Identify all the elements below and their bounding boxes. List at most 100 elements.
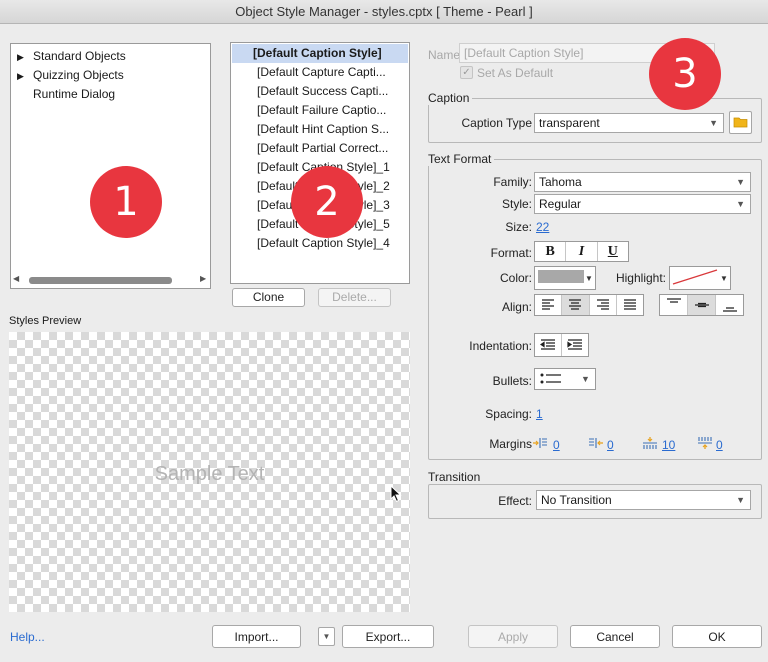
apply-button[interactable]: Apply xyxy=(468,625,558,648)
name-label: Name xyxy=(428,48,461,62)
color-swatch xyxy=(538,270,584,283)
align-right-icon xyxy=(596,299,609,310)
indentation-buttons xyxy=(534,333,589,357)
italic-button[interactable]: I xyxy=(566,242,598,261)
help-link[interactable]: Help... xyxy=(10,630,45,644)
valign-middle-button[interactable] xyxy=(688,295,716,315)
indentation-label: Indentation: xyxy=(469,339,532,353)
bullets-label: Bullets: xyxy=(492,374,532,388)
margin-left-icon xyxy=(533,438,547,448)
line-spacing-value[interactable]: 1 xyxy=(536,407,543,421)
sample-text: Sample Text xyxy=(154,463,265,485)
browse-folder-button[interactable] xyxy=(729,111,752,134)
tree-item-runtime-dialog[interactable]: Runtime Dialog xyxy=(17,85,115,103)
export-button[interactable]: Export... xyxy=(342,625,434,648)
margin-bottom-icon xyxy=(698,437,712,449)
vertical-align-buttons xyxy=(659,294,744,316)
size-label: Size: xyxy=(505,220,532,234)
annotation-badge-1: 1 xyxy=(90,166,162,238)
chevron-down-icon: ▼ xyxy=(736,199,745,209)
expand-arrow-icon[interactable]: ▶ xyxy=(17,48,33,66)
align-justify-icon xyxy=(623,299,636,310)
effect-label: Effect: xyxy=(498,494,532,508)
caption-group-label: Caption xyxy=(428,91,473,105)
styles-list-panel[interactable]: [Default Caption Style] [Default Capture… xyxy=(230,42,410,284)
chevron-down-icon: ▼ xyxy=(322,632,331,641)
indent-icon xyxy=(567,339,582,350)
delete-button[interactable]: Delete... xyxy=(318,288,391,307)
transition-effect-select[interactable]: No Transition ▼ xyxy=(536,490,751,510)
align-left-icon xyxy=(542,299,555,310)
margins-label: Margins xyxy=(489,437,532,451)
decrease-indent-button[interactable] xyxy=(535,334,562,356)
export-options-dropdown[interactable]: ▼ xyxy=(318,627,335,646)
annotation-badge-3: 3 xyxy=(649,38,721,110)
chevron-down-icon: ▼ xyxy=(709,118,718,128)
chevron-down-icon: ▼ xyxy=(581,374,590,384)
caption-type-select[interactable]: transparent ▼ xyxy=(534,113,724,133)
list-item[interactable]: [Default Success Capti... xyxy=(232,82,408,101)
align-center-button[interactable] xyxy=(562,295,590,315)
spacing-label: Spacing: xyxy=(485,407,532,421)
valign-top-button[interactable] xyxy=(660,295,688,315)
list-item[interactable]: [Default Capture Capti... xyxy=(232,63,408,82)
cancel-button[interactable]: Cancel xyxy=(570,625,660,648)
import-button[interactable]: Import... xyxy=(212,625,301,648)
tree-item-quizzing-objects[interactable]: ▶ Quizzing Objects xyxy=(17,66,124,84)
bullet-list-icon xyxy=(540,373,561,384)
chevron-down-icon: ▼ xyxy=(736,495,745,505)
folder-icon xyxy=(733,117,748,128)
ok-button[interactable]: OK xyxy=(672,625,762,648)
transition-group-label: Transition xyxy=(428,470,484,484)
bold-button[interactable]: B xyxy=(535,242,567,261)
style-label: Style: xyxy=(501,197,532,211)
styles-preview-label: Styles Preview xyxy=(9,315,82,327)
scrollbar-thumb[interactable] xyxy=(29,277,172,284)
styles-preview-canvas: Sample Text xyxy=(9,332,410,612)
increase-indent-button[interactable] xyxy=(562,334,588,356)
tree-item-standard-objects[interactable]: ▶ Standard Objects xyxy=(17,47,126,65)
valign-middle-icon xyxy=(694,302,709,308)
scroll-left-icon[interactable]: ◀ xyxy=(13,274,19,283)
object-tree-panel[interactable]: ▶ Standard Objects ▶ Quizzing Objects Runt… xyxy=(10,43,211,289)
margin-top-value[interactable]: 10 xyxy=(662,438,675,452)
annotation-badge-2: 2 xyxy=(291,166,363,238)
caption-type-label: Caption Type xyxy=(461,116,533,130)
align-right-button[interactable] xyxy=(590,295,617,315)
margin-right-value[interactable]: 0 xyxy=(607,438,614,452)
window-title-bar: Object Style Manager - styles.cptx [ The… xyxy=(0,0,768,24)
margin-bottom-value[interactable]: 0 xyxy=(716,438,723,452)
margin-right-icon xyxy=(589,438,603,448)
align-justify-button[interactable] xyxy=(617,295,643,315)
set-as-default-checkbox[interactable]: ✓ xyxy=(460,66,473,79)
valign-bottom-icon xyxy=(722,307,737,312)
list-item[interactable]: [Default Partial Correct... xyxy=(232,139,408,158)
outdent-icon xyxy=(540,339,555,350)
chevron-down-icon: ▼ xyxy=(736,177,745,187)
text-color-picker[interactable]: ▼ xyxy=(534,266,596,290)
bullets-select[interactable]: ▼ xyxy=(534,368,596,390)
chevron-down-icon: ▼ xyxy=(585,274,593,283)
horizontal-scrollbar[interactable]: ◀ ▶ xyxy=(13,274,208,286)
list-item[interactable]: [Default Failure Captio... xyxy=(232,101,408,120)
format-buttons: B I U xyxy=(534,241,629,262)
window-title: Object Style Manager - styles.cptx [ The… xyxy=(235,4,533,19)
expand-arrow-icon[interactable]: ▶ xyxy=(17,67,33,85)
underline-button[interactable]: U xyxy=(598,242,628,261)
margin-left-value[interactable]: 0 xyxy=(553,438,560,452)
highlight-color-picker[interactable]: ▼ xyxy=(669,266,731,290)
align-center-icon xyxy=(569,299,582,310)
color-label: Color: xyxy=(499,271,532,285)
font-style-select[interactable]: Regular ▼ xyxy=(534,194,751,214)
clone-button[interactable]: Clone xyxy=(232,288,305,307)
list-item[interactable]: [Default Hint Caption S... xyxy=(232,120,408,139)
no-color-swatch-icon xyxy=(672,269,718,285)
list-item[interactable]: [Default Caption Style] xyxy=(232,44,408,63)
valign-bottom-button[interactable] xyxy=(716,295,743,315)
format-label: Format: xyxy=(490,246,532,260)
font-family-select[interactable]: Tahoma ▼ xyxy=(534,172,751,192)
font-size-value[interactable]: 22 xyxy=(536,220,549,234)
scroll-right-icon[interactable]: ▶ xyxy=(200,274,206,283)
align-left-button[interactable] xyxy=(535,295,563,315)
margin-top-icon xyxy=(643,437,657,449)
